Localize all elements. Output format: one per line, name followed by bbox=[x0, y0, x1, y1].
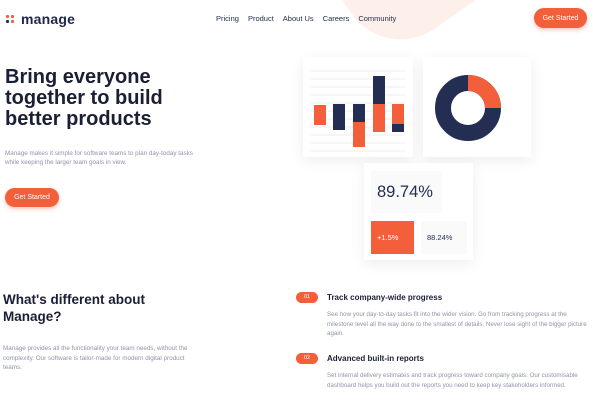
feature-number-badge: 02 bbox=[296, 352, 318, 364]
chart-bar bbox=[353, 104, 365, 122]
chart-bar bbox=[373, 104, 385, 132]
bar-chart-card bbox=[303, 57, 413, 157]
stat-main-value: 89.74% bbox=[371, 171, 442, 213]
donut-chart-card bbox=[423, 57, 531, 157]
chart-bar bbox=[314, 105, 326, 125]
header-get-started-button[interactable]: Get Started bbox=[534, 8, 587, 28]
feature-item: 02 Advanced built-in reports Set interna… bbox=[296, 351, 588, 390]
nav-item-product[interactable]: Product bbox=[248, 14, 274, 23]
chart-bar bbox=[333, 104, 345, 130]
hero-description: Manage makes it simple for software team… bbox=[5, 150, 193, 166]
stat-change-badge: +1.5% bbox=[371, 221, 414, 254]
stats-card: 89.74% +1.5% 88.24% bbox=[364, 163, 473, 260]
donut-chart-illustration bbox=[435, 75, 501, 141]
feature-header: 01 Track company-wide progress bbox=[296, 290, 588, 304]
chart-bar bbox=[392, 104, 404, 124]
logo[interactable]: manage bbox=[6, 11, 75, 27]
feature-number-badge: 01 bbox=[296, 291, 318, 303]
nav-item-about-us[interactable]: About Us bbox=[283, 14, 314, 23]
feature-item: 01 Track company-wide progress See how y… bbox=[296, 290, 588, 339]
section-description: Manage provides all the functionality yo… bbox=[3, 345, 188, 371]
chart-bar bbox=[392, 124, 404, 132]
nav-item-careers[interactable]: Careers bbox=[323, 14, 350, 23]
nav-item-community[interactable]: Community bbox=[358, 14, 396, 23]
chart-bar bbox=[373, 76, 385, 104]
feature-description: Set internal delivery estimates and trac… bbox=[327, 372, 578, 389]
chart-bar bbox=[353, 122, 365, 147]
feature-description: See how your day-to-day tasks fit into t… bbox=[327, 311, 587, 337]
feature-title: Track company-wide progress bbox=[327, 292, 443, 302]
main-nav: Pricing Product About Us Careers Communi… bbox=[216, 14, 396, 23]
donut-highlight-segment bbox=[467, 75, 501, 109]
hero-get-started-button[interactable]: Get Started bbox=[5, 188, 59, 207]
nav-item-pricing[interactable]: Pricing bbox=[216, 14, 239, 23]
hero-title: Bring everyone together to build better … bbox=[5, 66, 163, 130]
four-dot-logo-icon bbox=[6, 14, 16, 24]
logo-text: manage bbox=[21, 11, 76, 27]
feature-header: 02 Advanced built-in reports bbox=[296, 351, 588, 365]
feature-title: Advanced built-in reports bbox=[327, 353, 424, 363]
stat-secondary-value: 88.24% bbox=[421, 221, 467, 254]
bar-chart-illustration bbox=[311, 70, 405, 152]
section-title: What's different about Manage? bbox=[3, 292, 145, 324]
